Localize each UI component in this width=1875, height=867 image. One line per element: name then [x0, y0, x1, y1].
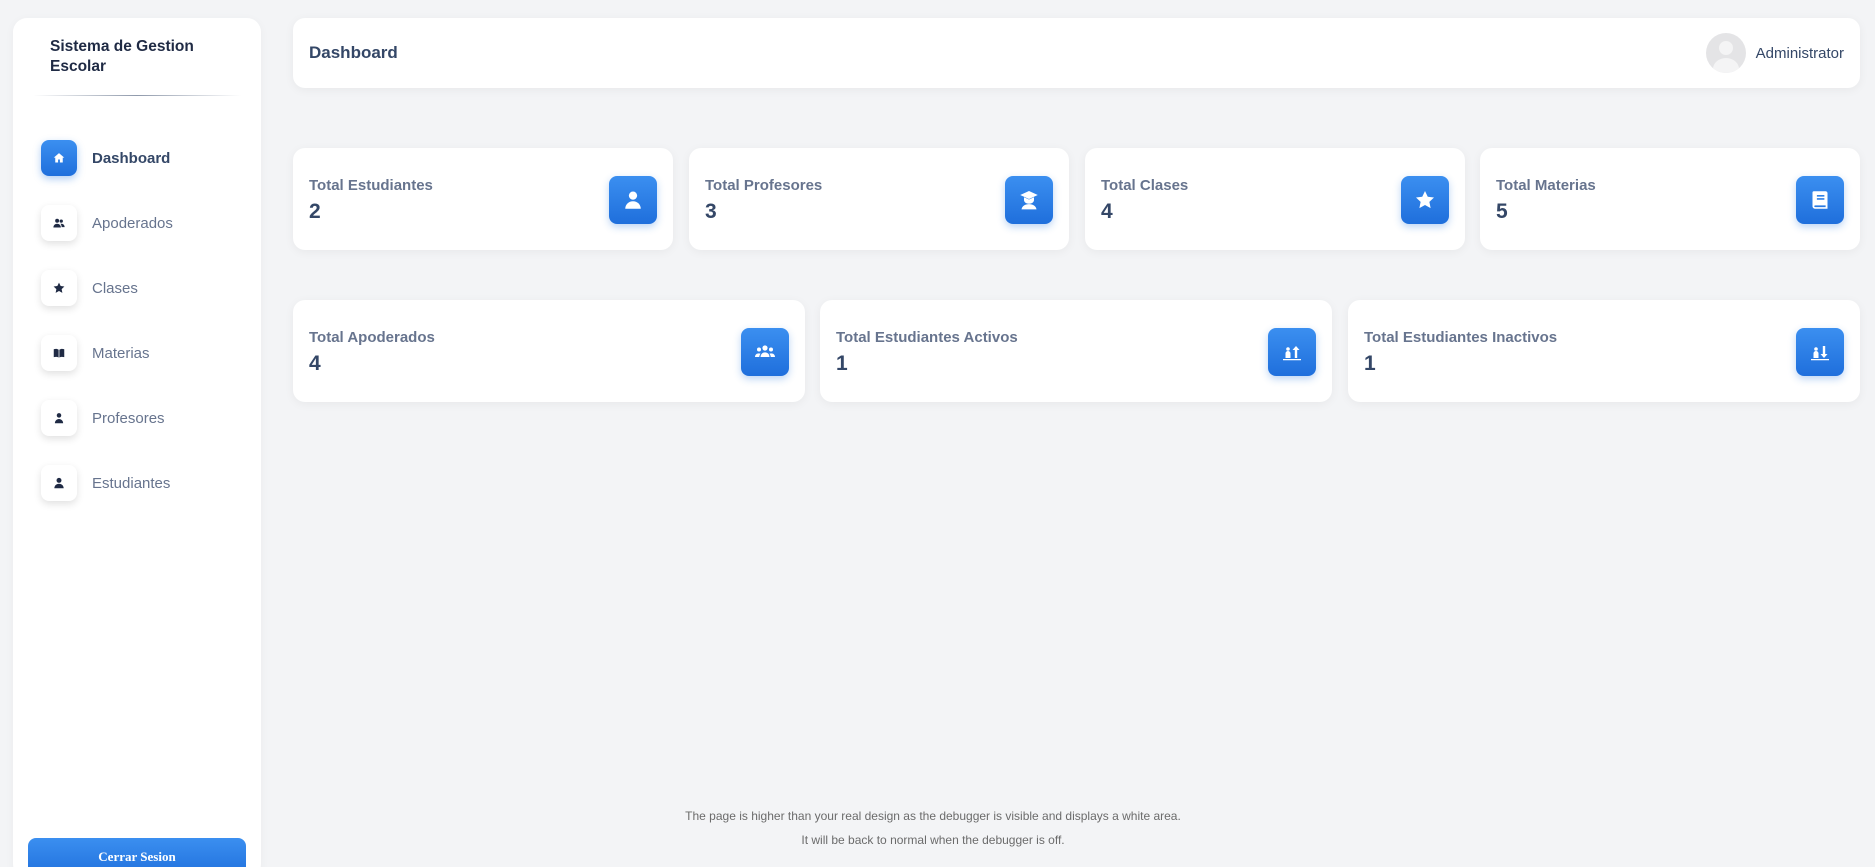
stat-card-title: Total Apoderados [309, 329, 435, 346]
logout-button[interactable]: Cerrar Sesion [28, 838, 246, 867]
sidebar-item-profesores[interactable]: Profesores [41, 400, 241, 436]
star-icon [41, 270, 77, 306]
stat-card-title: Total Estudiantes Activos [836, 329, 1018, 346]
debug-note-line2: It will be back to normal when the debug… [801, 833, 1065, 847]
sidebar-item-label: Profesores [92, 409, 165, 427]
stat-card-value: 4 [309, 352, 321, 375]
arrow-up-icon [1268, 328, 1316, 376]
stat-card-apoderados: Total Apoderados 4 [293, 300, 805, 402]
home-icon [41, 140, 77, 176]
stat-card-profesores: Total Profesores 3 [689, 148, 1069, 250]
sidebar-item-label: Dashboard [92, 149, 171, 167]
debug-note-line1: The page is higher than your real design… [685, 809, 1181, 823]
sidebar: Sistema de Gestion Escolar Dashboard Apo… [13, 18, 261, 867]
stat-card-materias: Total Materias 5 [1480, 148, 1860, 250]
sidebar-item-label: Estudiantes [92, 474, 171, 492]
arrow-down-icon [1796, 328, 1844, 376]
user-icon [609, 176, 657, 224]
sidebar-item-clases[interactable]: Clases [41, 270, 241, 306]
brand-title: Sistema de Gestion Escolar [50, 38, 194, 75]
brand-divider [33, 95, 241, 96]
stat-card-value: 5 [1496, 200, 1508, 223]
sidebar-item-apoderados[interactable]: Apoderados [41, 205, 241, 241]
users-icon [41, 205, 77, 241]
top-header: Dashboard Administrator [293, 18, 1860, 88]
stat-card-clases: Total Clases 4 [1085, 148, 1465, 250]
page-title: Dashboard [309, 43, 398, 62]
stat-card-value: 3 [705, 200, 717, 223]
teacher-icon [41, 400, 77, 436]
stat-card-title: Total Profesores [705, 177, 823, 194]
sidebar-item-materias[interactable]: Materias [41, 335, 241, 371]
user-menu[interactable]: Administrator [1705, 33, 1844, 73]
stat-card-value: 1 [836, 352, 848, 375]
sidebar-item-label: Materias [92, 344, 150, 362]
user-name: Administrator [1755, 44, 1844, 62]
stat-card-title: Total Estudiantes Inactivos [1364, 329, 1558, 346]
stat-card-value: 4 [1101, 200, 1113, 223]
stat-card-title: Total Materias [1496, 177, 1596, 194]
stat-card-value: 1 [1364, 352, 1376, 375]
sidebar-item-estudiantes[interactable]: Estudiantes [41, 465, 241, 501]
stat-card-value: 2 [309, 200, 321, 223]
stat-card-estudiantes: Total Estudiantes 2 [293, 148, 673, 250]
stat-card-title: Total Estudiantes [309, 177, 433, 194]
book-icon [1796, 176, 1844, 224]
stat-card-estudiantes-inactivos: Total Estudiantes Inactivos 1 [1348, 300, 1860, 402]
sidebar-item-label: Clases [92, 279, 138, 297]
book-open-icon [41, 335, 77, 371]
star-icon [1401, 176, 1449, 224]
avatar [1705, 33, 1746, 73]
graduation-icon [1005, 176, 1053, 224]
group-icon [741, 328, 789, 376]
stat-card-title: Total Clases [1101, 177, 1189, 194]
user-icon [41, 465, 77, 501]
sidebar-item-dashboard[interactable]: Dashboard [41, 140, 241, 176]
stat-card-estudiantes-activos: Total Estudiantes Activos 1 [820, 300, 1332, 402]
sidebar-item-label: Apoderados [92, 214, 173, 232]
